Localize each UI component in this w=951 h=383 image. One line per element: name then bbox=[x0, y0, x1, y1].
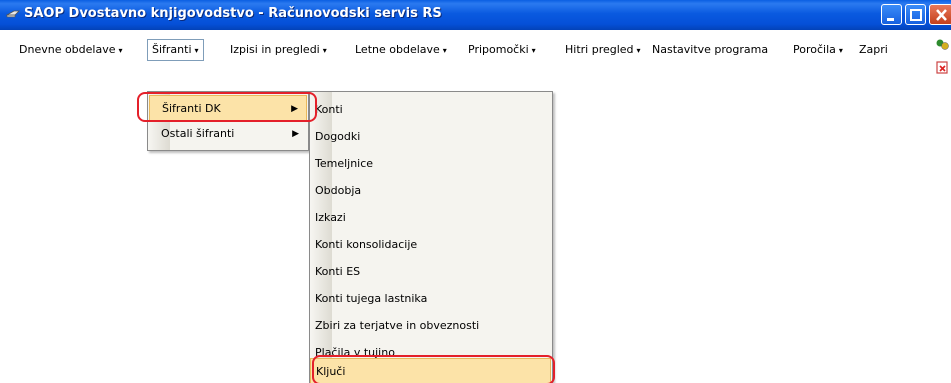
window-title: SAOP Dvostavno knjigovodstvo - Računovod… bbox=[24, 6, 442, 21]
menu-nastavitve-programa[interactable]: Nastavitve programa bbox=[648, 41, 772, 59]
menu-item-label: Konti ES bbox=[315, 265, 361, 278]
sifranti-dropdown: Šifranti DK ▶ Ostali šifranti ▶ bbox=[147, 91, 309, 151]
menu-item-label: Obdobja bbox=[315, 184, 362, 197]
app-icon bbox=[6, 10, 20, 18]
menu-zapri[interactable]: Zapri bbox=[855, 41, 892, 59]
sifranti-dk-submenu: Konti Dogodki Temeljnice Obdobja Izkazi … bbox=[309, 91, 553, 383]
menu-item-label: Konti bbox=[315, 103, 343, 116]
chevron-down-icon: ▾ bbox=[118, 46, 123, 55]
menu-porocila[interactable]: Poročila ▾ bbox=[789, 41, 847, 59]
menu-letne-obdelave[interactable]: Letne obdelave ▾ bbox=[351, 41, 451, 59]
menu-label: Hitri pregled bbox=[565, 43, 634, 56]
menu-item-label: Izkazi bbox=[315, 211, 346, 224]
menu-item-konti-konsolidacije[interactable]: Konti konsolidacije bbox=[310, 232, 551, 258]
menu-item-obdobja[interactable]: Obdobja bbox=[310, 178, 551, 204]
menu-item-konti[interactable]: Konti bbox=[310, 97, 551, 123]
chevron-down-icon: ▾ bbox=[636, 46, 641, 55]
close-button[interactable] bbox=[929, 4, 951, 25]
minimize-icon bbox=[887, 18, 894, 21]
menu-izpisi-in-pregledi[interactable]: Izpisi in pregledi ▾ bbox=[226, 41, 331, 59]
menu-item-dogodki[interactable]: Dogodki bbox=[310, 124, 551, 150]
menu-label: Letne obdelave bbox=[355, 43, 440, 56]
menu-sifranti[interactable]: Šifranti ▾ bbox=[147, 39, 204, 61]
submenu-arrow-icon: ▶ bbox=[292, 129, 299, 139]
menu-item-konti-tujega-lastnika[interactable]: Konti tujega lastnika bbox=[310, 286, 551, 312]
menu-item-izkazi[interactable]: Izkazi bbox=[310, 205, 551, 231]
menu-item-konti-es[interactable]: Konti ES bbox=[310, 259, 551, 285]
menu-item-label: Ostali šifranti bbox=[161, 127, 235, 140]
menu-item-ostali-sifranti[interactable]: Ostali šifranti ▶ bbox=[149, 121, 307, 147]
menu-label: Poročila bbox=[793, 43, 836, 56]
users-icon[interactable] bbox=[935, 38, 949, 52]
menu-item-zbiri-za-terjatve[interactable]: Zbiri za terjatve in obveznosti bbox=[310, 313, 551, 339]
menu-item-temeljnice[interactable]: Temeljnice bbox=[310, 151, 551, 177]
menu-label: Pripomočki bbox=[468, 43, 529, 56]
close-icon bbox=[936, 9, 947, 21]
chevron-down-icon: ▾ bbox=[322, 46, 327, 55]
maximize-button[interactable] bbox=[905, 4, 926, 25]
menu-label: Šifranti bbox=[152, 43, 192, 56]
menu-item-kljuci[interactable]: Ključi bbox=[310, 358, 551, 383]
chevron-down-icon: ▾ bbox=[531, 46, 536, 55]
menu-hitri-pregled[interactable]: Hitri pregled ▾ bbox=[561, 41, 645, 59]
menu-item-label: Konti tujega lastnika bbox=[315, 292, 428, 305]
menu-item-label: Ključi bbox=[316, 365, 346, 378]
submenu-arrow-icon: ▶ bbox=[291, 104, 298, 114]
exit-icon[interactable] bbox=[935, 60, 949, 74]
minimize-button[interactable] bbox=[881, 4, 902, 25]
title-bar: SAOP Dvostavno knjigovodstvo - Računovod… bbox=[0, 0, 951, 30]
menu-label: Nastavitve programa bbox=[652, 43, 769, 56]
chevron-down-icon: ▾ bbox=[194, 46, 199, 55]
menu-item-sifranti-dk[interactable]: Šifranti DK ▶ bbox=[149, 95, 307, 121]
chevron-down-icon: ▾ bbox=[838, 46, 843, 55]
menu-item-label: Šifranti DK bbox=[162, 102, 221, 115]
chevron-down-icon: ▾ bbox=[442, 46, 447, 55]
menu-item-label: Zbiri za terjatve in obveznosti bbox=[315, 319, 480, 332]
menu-label: Zapri bbox=[859, 43, 888, 56]
menu-item-label: Konti konsolidacije bbox=[315, 238, 418, 251]
menu-label: Dnevne obdelave bbox=[19, 43, 116, 56]
menu-label: Izpisi in pregledi bbox=[230, 43, 320, 56]
menu-item-label: Dogodki bbox=[315, 130, 361, 143]
menu-item-label: Temeljnice bbox=[315, 157, 374, 170]
menu-pripomocki[interactable]: Pripomočki ▾ bbox=[464, 41, 540, 59]
menu-bar bbox=[0, 30, 951, 93]
maximize-icon bbox=[910, 9, 922, 21]
menu-dnevne-obdelave[interactable]: Dnevne obdelave ▾ bbox=[15, 41, 127, 59]
